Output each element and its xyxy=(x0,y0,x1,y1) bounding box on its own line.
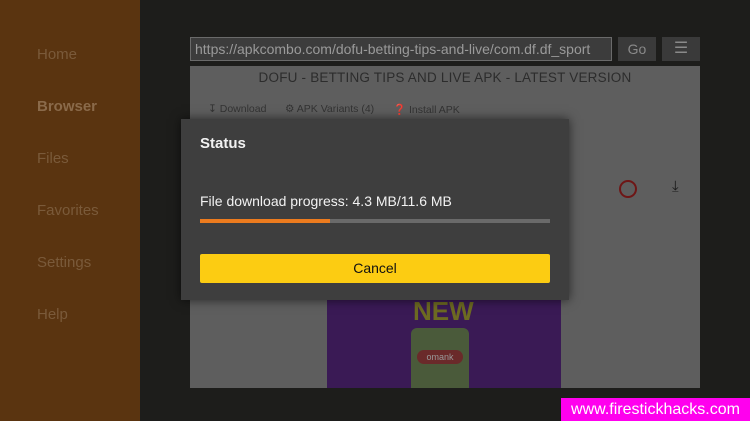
progress-text: File download progress: 4.3 MB/11.6 MB xyxy=(200,193,452,209)
sidebar-item-browser[interactable]: Browser xyxy=(37,98,97,115)
sidebar-item-settings[interactable]: Settings xyxy=(37,254,91,271)
help-icon: ❓ xyxy=(393,104,407,116)
status-dialog: Status File download progress: 4.3 MB/11… xyxy=(181,119,569,300)
promo-text: NEW xyxy=(413,296,474,326)
sidebar-item-files[interactable]: Files xyxy=(37,150,69,167)
download-icon[interactable]: ⤓ xyxy=(672,178,679,195)
go-button[interactable]: Go xyxy=(618,37,656,61)
cancel-button[interactable]: Cancel xyxy=(200,254,550,283)
url-input[interactable]: https://apkcombo.com/dofu-betting-tips-a… xyxy=(190,37,612,61)
sidebar-item-help[interactable]: Help xyxy=(37,306,68,323)
promo-badge: omank xyxy=(417,350,463,364)
download-icon: ↧ xyxy=(208,103,217,115)
dialog-title: Status xyxy=(200,135,246,152)
gear-icon: ⚙ xyxy=(285,103,295,115)
install-apk-link[interactable]: ❓ Install APK xyxy=(393,103,460,116)
hamburger-menu-icon[interactable]: ☰ xyxy=(662,37,700,61)
record-icon[interactable] xyxy=(619,180,637,198)
apk-variants-link[interactable]: ⚙ APK Variants (4) xyxy=(285,103,374,115)
page-title: DOFU - BETTING TIPS AND LIVE APK - LATES… xyxy=(258,70,632,85)
progress-fill xyxy=(200,219,330,223)
download-link-label: Download xyxy=(219,103,267,115)
apk-variants-label: APK Variants (4) xyxy=(296,103,375,115)
sidebar-item-home[interactable]: Home xyxy=(37,46,77,63)
install-apk-label: Install APK xyxy=(409,104,460,116)
download-link[interactable]: ↧ Download xyxy=(208,103,266,115)
sidebar: Home Browser Files Favorites Settings He… xyxy=(0,0,140,421)
progress-bar xyxy=(200,219,550,223)
watermark: www.firestickhacks.com xyxy=(561,398,750,421)
sidebar-item-favorites[interactable]: Favorites xyxy=(37,202,99,219)
